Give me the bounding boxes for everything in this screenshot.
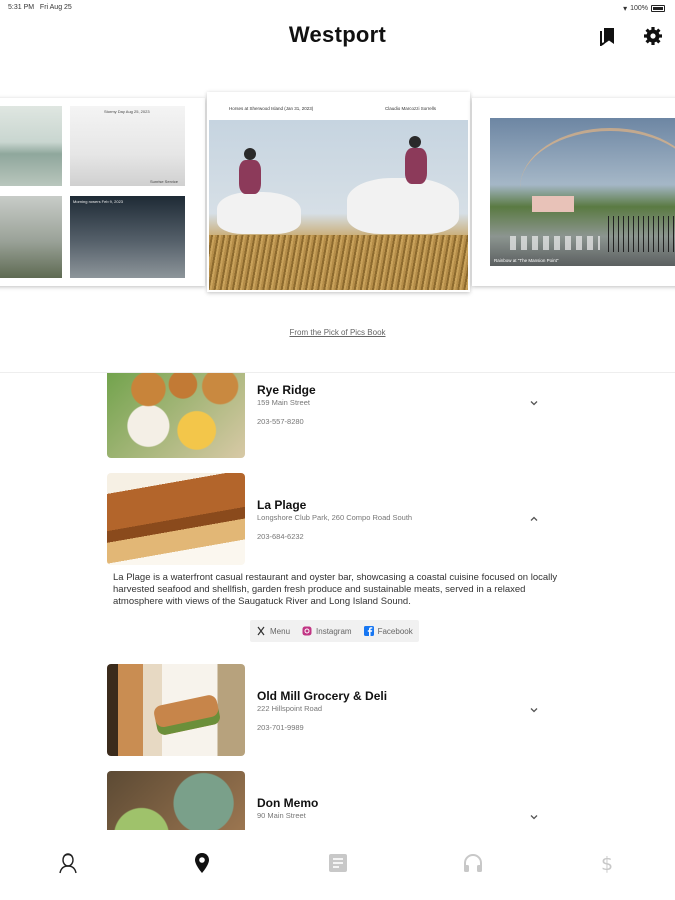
gear-icon[interactable]: [643, 26, 663, 46]
status-date: Fri Aug 25: [39, 4, 72, 11]
status-bar: 5:31 PM Fri Aug 25 ▾ 100%: [0, 0, 675, 16]
restaurant-phone[interactable]: 203-557-8280: [257, 417, 304, 426]
rider: [239, 160, 261, 194]
instagram-label: Instagram: [316, 626, 352, 636]
restaurant-links: Menu Instagram Facebook: [250, 620, 419, 642]
photo-rainbow-landscape: Rainbow at "The Mansion Point": [490, 118, 675, 266]
restaurant-name: La Plage: [257, 498, 307, 512]
white-horse: [217, 192, 301, 234]
article-icon[interactable]: [327, 852, 349, 874]
crosswalk: [510, 236, 600, 250]
fence: [608, 216, 675, 252]
restaurant-description: La Plage is a waterfront casual restaura…: [113, 572, 558, 607]
dune-grass: [209, 235, 468, 290]
restaurant-phone[interactable]: 203-684-6232: [257, 532, 304, 541]
restaurant-phone[interactable]: 203-701-9989: [257, 723, 304, 732]
chevron-down-icon[interactable]: [528, 811, 540, 823]
utensils-icon: [257, 626, 265, 636]
status-time: 5:31 PM: [8, 4, 35, 11]
facebook-button[interactable]: Facebook: [358, 620, 419, 642]
chevron-down-icon[interactable]: [528, 397, 540, 409]
map-pin-icon[interactable]: [191, 852, 213, 874]
headphones-icon[interactable]: [462, 852, 484, 874]
battery-percent: 100%: [630, 5, 648, 12]
photo-caption: Rainbow at "The Mansion Point": [494, 258, 559, 263]
photo-stormy-sea: [0, 106, 62, 186]
restaurant-address: Longshore Club Park, 260 Compo Road Sout…: [257, 513, 413, 522]
restaurant-list[interactable]: Rye Ridge 159 Main Street 203-557-8280 L…: [0, 373, 675, 830]
photo-carousel[interactable]: Stormy Day Aug 25, 2023 Sunrise Service …: [0, 90, 675, 300]
list-item-don-memo[interactable]: Don Memo 90 Main Street: [0, 771, 675, 830]
instagram-icon: [302, 626, 312, 636]
portrait-icon[interactable]: [57, 852, 79, 874]
wifi-icon: ▾: [623, 4, 628, 13]
rider-head: [409, 136, 421, 148]
photo-caption: Sunrise Service: [150, 179, 179, 184]
restaurant-address: 90 Main Street: [257, 811, 306, 820]
bookmarks-icon[interactable]: [598, 26, 618, 46]
carousel-card-featured[interactable]: Horses at Sherwood Island (Jan 31, 2023)…: [207, 92, 470, 292]
instagram-button[interactable]: Instagram: [296, 620, 358, 642]
photo-caption: Stormy Day Aug 25, 2023: [104, 109, 150, 114]
restaurant-photo: [107, 664, 245, 756]
page-title: Westport: [288, 22, 387, 47]
restaurant-photo: [107, 771, 245, 830]
carousel-card-collage[interactable]: Stormy Day Aug 25, 2023 Sunrise Service …: [0, 98, 205, 286]
list-item-rye-ridge[interactable]: Rye Ridge 159 Main Street 203-557-8280: [0, 373, 675, 458]
chevron-down-icon[interactable]: [528, 704, 540, 716]
bottom-tab-bar: $: [0, 830, 675, 900]
restaurant-address: 159 Main Street: [257, 398, 310, 407]
photo-caption-right: Claudio Marcozzi Sorrells: [385, 106, 437, 111]
menu-label: Menu: [270, 626, 291, 636]
photo-snow-walkers: Stormy Day Aug 25, 2023 Sunrise Service: [70, 106, 185, 186]
restaurant-name: Rye Ridge: [257, 383, 316, 397]
svg-text:$: $: [601, 853, 613, 874]
restaurant-name: Old Mill Grocery & Deli: [257, 689, 388, 703]
photo-caption: Morning rowers Feb 9, 2023: [73, 199, 124, 204]
photo-beach-walkers: [0, 196, 62, 278]
house: [532, 196, 574, 212]
facebook-icon: [363, 626, 374, 636]
facebook-label: Facebook: [377, 626, 413, 636]
rider-head: [244, 148, 256, 160]
list-item-old-mill[interactable]: Old Mill Grocery & Deli 222 Hillspoint R…: [0, 664, 675, 756]
battery-icon: [651, 5, 665, 12]
carousel-card-rainbow[interactable]: Rainbow at "The Mansion Point": [472, 98, 675, 286]
restaurant-address: 222 Hillspoint Road: [257, 704, 323, 713]
menu-button[interactable]: Menu: [250, 620, 296, 642]
restaurant-name: Don Memo: [257, 796, 319, 810]
photo-caption-left: Horses at Sherwood Island (Jan 31, 2023): [229, 106, 314, 111]
rider: [405, 148, 427, 184]
chevron-up-icon[interactable]: [528, 513, 540, 525]
photo-horses-beach: [209, 120, 468, 290]
dollar-icon[interactable]: $: [596, 852, 618, 874]
photo-morning-rowers: Morning rowers Feb 9, 2023: [70, 196, 185, 278]
white-horse: [347, 178, 459, 234]
source-book-link[interactable]: From the Pick of Pics Book: [0, 328, 675, 337]
restaurant-photo: [107, 473, 245, 565]
status-time-date: 5:31 PM Fri Aug 25: [8, 4, 72, 11]
status-indicators: ▾ 100%: [623, 4, 665, 13]
restaurant-photo: [107, 373, 245, 458]
